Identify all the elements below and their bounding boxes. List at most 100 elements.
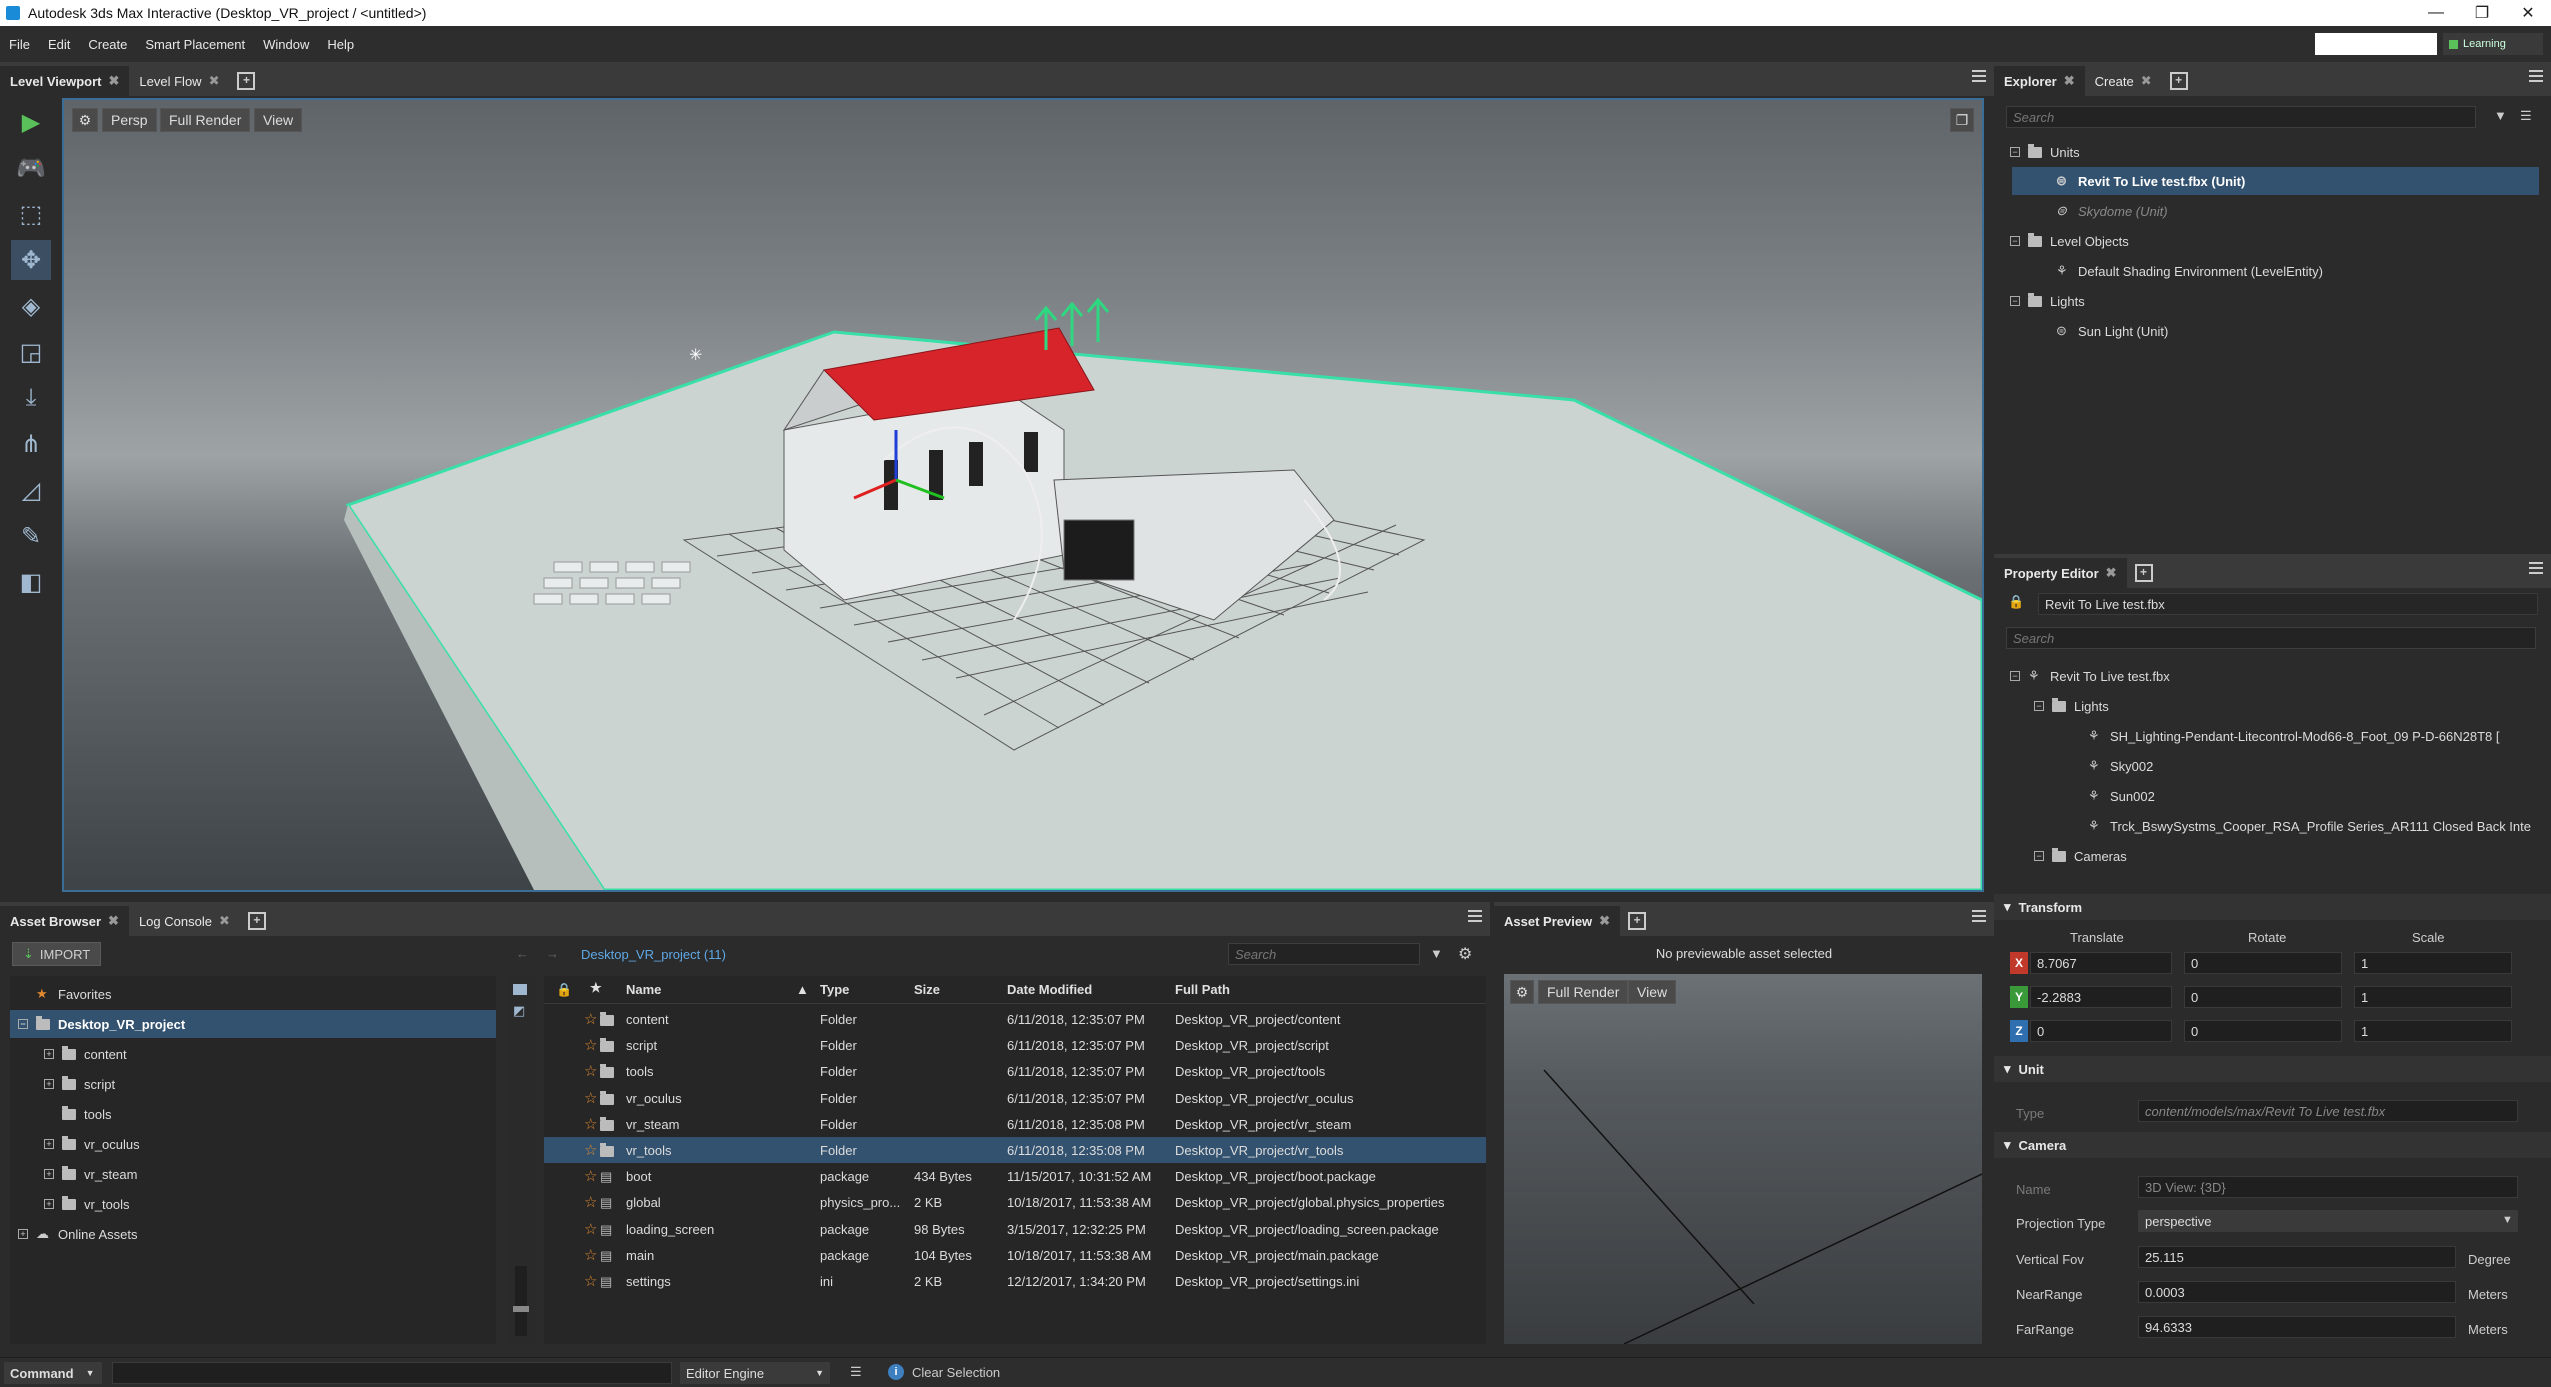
filter-icon[interactable]: ▼ (1430, 946, 1443, 961)
folder-view-icon[interactable] (513, 984, 527, 995)
zoom-slider[interactable] (513, 1266, 529, 1336)
close-tab-icon[interactable]: ✖ (2141, 73, 2152, 89)
menu-file[interactable]: File (0, 37, 39, 52)
translate-y-field[interactable]: -2.2883 (2030, 986, 2172, 1008)
breadcrumb[interactable]: Desktop_VR_project (11) (581, 947, 726, 962)
name-column-header[interactable]: Name (626, 982, 661, 997)
global-search-input[interactable] (2315, 33, 2437, 55)
prop-tree-item[interactable]: ⚘ Sky002 (2088, 752, 2153, 780)
sort-ascending-icon[interactable]: ▲ (796, 982, 809, 997)
learning-button[interactable]: Learning (2443, 33, 2543, 55)
minimize-button[interactable]: — (2413, 0, 2459, 26)
asset-row[interactable]: ☆ ▤ boot package 434 Bytes 11/15/2017, 10:31:… (544, 1163, 1486, 1189)
asset-row[interactable]: ☆ vr_oculus Folder 6/11/2018, 12:35:07 PM De… (544, 1085, 1486, 1111)
object-name-field[interactable]: Revit To Live test.fbx (2038, 593, 2538, 615)
collapse-icon[interactable]: − (18, 1019, 28, 1029)
close-button[interactable]: ✕ (2505, 0, 2551, 26)
asset-row[interactable]: ☆ vr_tools Folder 6/11/2018, 12:35:08 PM Des… (544, 1137, 1486, 1163)
asset-row[interactable]: ☆ script Folder 6/11/2018, 12:35:07 PM Deskt… (544, 1032, 1486, 1058)
tree-group-level-objects[interactable]: − Level Objects (2010, 227, 2129, 255)
near-range-field[interactable]: 0.0003 (2138, 1281, 2456, 1303)
measure-tool-icon[interactable]: ◿ (11, 470, 51, 510)
command-input[interactable] (112, 1362, 672, 1384)
star-icon[interactable]: ☆ (584, 1246, 597, 1264)
collapse-icon[interactable]: − (2034, 701, 2044, 711)
close-tab-icon[interactable]: ✖ (219, 913, 230, 929)
menu-help[interactable]: Help (318, 37, 363, 52)
expand-icon[interactable]: + (44, 1199, 54, 1209)
prop-tree-cameras[interactable]: − Cameras (2034, 842, 2127, 870)
add-tab-button[interactable]: + (2169, 72, 2188, 90)
star-icon[interactable]: ☆ (584, 1272, 597, 1290)
asset-row[interactable]: ☆ ▤ global physics_pro... 2 KB 10/18/2017, 11… (544, 1189, 1486, 1215)
command-dropdown[interactable]: Command ▼ (4, 1362, 102, 1384)
rotate-tool-icon[interactable]: ◈ (11, 286, 51, 326)
projection-type-select[interactable]: perspective (2138, 1210, 2518, 1232)
tree-item-revit-unit[interactable]: ⊜ Revit To Live test.fbx (Unit) (2012, 167, 2539, 195)
add-tab-button[interactable]: + (247, 912, 266, 930)
size-column-header[interactable]: Size (914, 982, 940, 997)
clear-selection-label[interactable]: Clear Selection (912, 1365, 1000, 1380)
sort-icon[interactable]: ☰ (2520, 108, 2532, 124)
expand-icon[interactable]: + (44, 1049, 54, 1059)
transform-section-header[interactable]: ▾ Transform (1994, 894, 2551, 920)
close-tab-icon[interactable]: ✖ (108, 913, 119, 929)
prop-tree-root[interactable]: − ⚘ Revit To Live test.fbx (2010, 662, 2170, 690)
expand-icon[interactable]: + (44, 1169, 54, 1179)
prop-tree-lights[interactable]: − Lights (2034, 692, 2109, 720)
collapse-icon[interactable]: − (2010, 147, 2020, 157)
scale-y-field[interactable]: 1 (2354, 986, 2512, 1008)
folder-tree-item[interactable]: tools (10, 1100, 496, 1128)
close-tab-icon[interactable]: ✖ (1599, 913, 1610, 929)
close-tab-icon[interactable]: ✖ (2106, 565, 2117, 581)
folder-tree-item[interactable]: − Desktop_VR_project (10, 1010, 496, 1038)
rotate-x-field[interactable]: 0 (2184, 952, 2342, 974)
folder-tree-item[interactable]: + vr_tools (10, 1190, 496, 1218)
place-tool-icon[interactable]: ⤓ (11, 378, 51, 418)
collapse-icon[interactable]: − (2034, 851, 2044, 861)
asset-row[interactable]: ☆ ▤ settings ini 2 KB 12/12/2017, 1:34:20 PM D… (544, 1268, 1486, 1294)
collapse-icon[interactable]: − (2010, 296, 2020, 306)
tab-level-viewport[interactable]: Level Viewport ✖ (0, 66, 130, 96)
add-tab-button[interactable]: + (2134, 564, 2153, 582)
asset-row[interactable]: ☆ content Folder 6/11/2018, 12:35:07 PM Desk… (544, 1006, 1486, 1032)
asset-row[interactable]: ☆ vr_steam Folder 6/11/2018, 12:35:08 PM Des… (544, 1111, 1486, 1137)
forward-arrow-icon[interactable]: → (546, 946, 559, 961)
favorite-column-icon[interactable]: ★ (590, 980, 602, 996)
translate-z-field[interactable]: 0 (2030, 1020, 2172, 1042)
preview-view-icon[interactable]: ◩ (513, 1003, 529, 1019)
star-icon[interactable]: ☆ (584, 1062, 597, 1080)
menu-smart-placement[interactable]: Smart Placement (136, 37, 254, 52)
expand-icon[interactable]: + (44, 1139, 54, 1149)
asset-row[interactable]: ☆ ▤ main package 104 Bytes 10/18/2017, 11:53:… (544, 1242, 1486, 1268)
panel-menu-icon[interactable] (1972, 70, 1986, 82)
level-viewport[interactable]: ⚙ Persp Full Render View ❐ ✳ (62, 98, 1984, 892)
close-tab-icon[interactable]: ✖ (109, 73, 120, 89)
asset-search-input[interactable]: Search (1228, 943, 1420, 965)
snap-tool-icon[interactable]: ⋔ (11, 424, 51, 464)
move-tool-icon[interactable]: ✥ (11, 240, 51, 280)
type-column-header[interactable]: Type (820, 982, 849, 997)
tab-create[interactable]: Create ✖ (2084, 66, 2162, 96)
translate-x-field[interactable]: 8.7067 (2030, 952, 2172, 974)
star-icon[interactable]: ☆ (584, 1220, 597, 1238)
folder-tree-item[interactable]: + content (10, 1040, 496, 1068)
prop-tree-item[interactable]: ⚘ SH_Lighting-Pendant-Litecontrol-Mod66-8… (2088, 722, 2500, 750)
tree-group-units[interactable]: − Units (2010, 138, 2080, 166)
star-icon[interactable]: ☆ (584, 1036, 597, 1054)
maximize-button[interactable]: ❐ (2459, 0, 2505, 26)
folder-tree-item[interactable]: + vr_steam (10, 1160, 496, 1188)
unit-section-header[interactable]: ▾ Unit (1994, 1056, 2551, 1082)
play-icon[interactable]: ▶ (11, 102, 51, 142)
filter-icon[interactable]: ▼ (2494, 108, 2507, 123)
path-column-header[interactable]: Full Path (1175, 982, 1230, 997)
tree-item-skydome[interactable]: ⊜ Skydome (Unit) (2056, 197, 2168, 225)
tab-level-flow[interactable]: Level Flow ✖ (129, 66, 230, 96)
panel-menu-icon[interactable] (1468, 910, 1482, 922)
menu-window[interactable]: Window (254, 37, 318, 52)
panel-menu-icon[interactable] (2529, 70, 2543, 82)
import-button[interactable]: ⇣ IMPORT (12, 942, 102, 966)
scale-z-field[interactable]: 1 (2354, 1020, 2512, 1042)
tree-item-shading-env[interactable]: ⚘ Default Shading Environment (LevelEntit… (2056, 257, 2323, 285)
layers-tool-icon[interactable]: ◧ (11, 562, 51, 602)
